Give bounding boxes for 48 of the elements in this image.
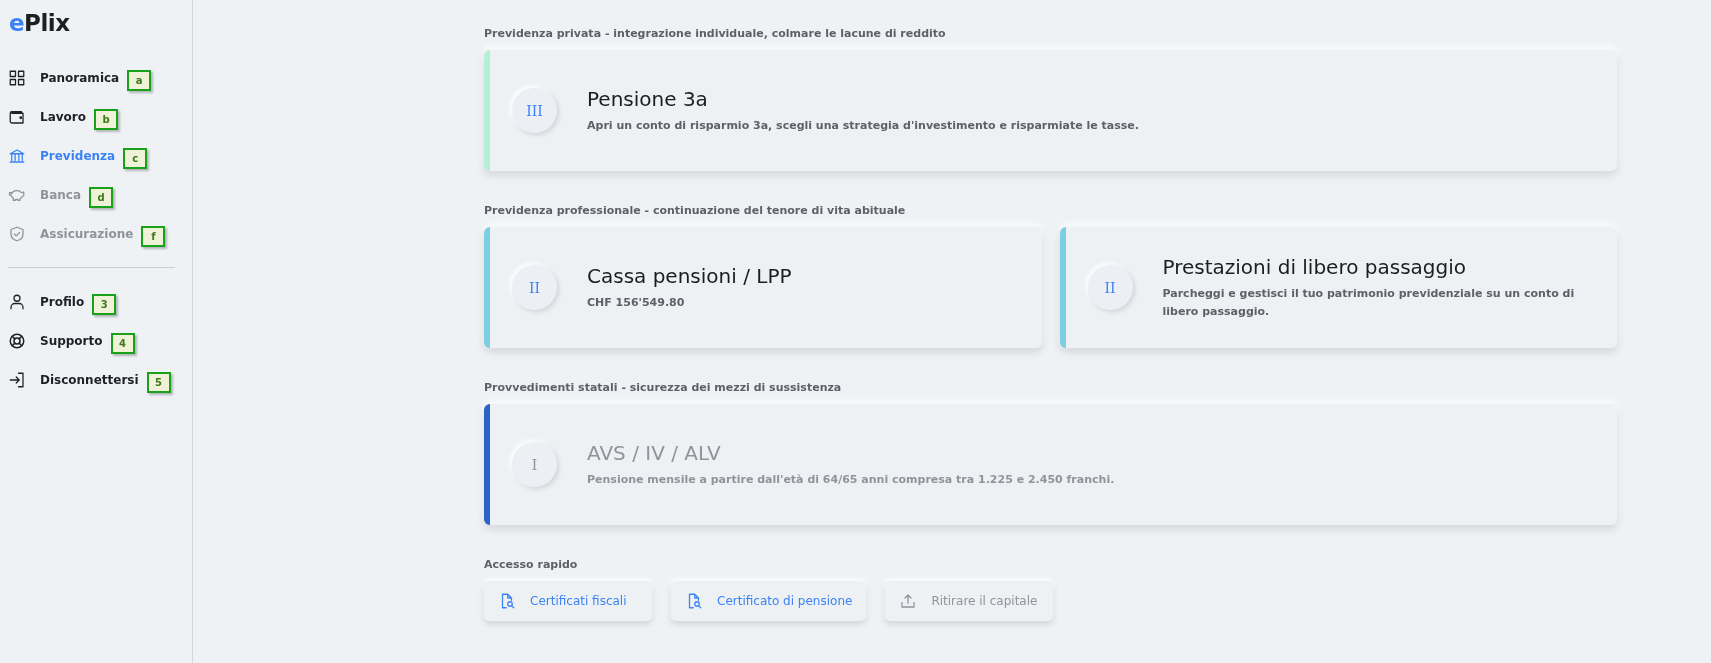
user-icon [8, 292, 26, 311]
sidebar-item-label: Profilo [40, 294, 85, 309]
card-subtitle: CHF 156'549.80 [587, 294, 686, 311]
shortcut-hint: 4 [110, 333, 135, 354]
sidebar-item-label: Supporto [40, 333, 103, 348]
roman-numeral-badge: II [1087, 265, 1133, 310]
eplix-logo[interactable]: ePlix [9, 10, 70, 36]
card-title: Pensione 3a [587, 86, 709, 111]
roman-numeral-badge: III [512, 88, 557, 133]
sidebar-item[interactable]: Lavoro b [8, 97, 122, 136]
sidebar-item[interactable]: Disconnettersi 5 [8, 360, 175, 399]
lifebuoy-icon [8, 331, 26, 350]
pension-card[interactable]: II Cassa pensioni / LPP CHF 156'549.80 [484, 227, 1042, 348]
upload-icon [899, 592, 918, 610]
pension-card[interactable]: II Prestazioni di libero passaggio Parcheggi e gestisci il tuo patrimonio previdenziale su un conto di libero passaggio. [1059, 227, 1617, 348]
sign-in-icon [8, 370, 26, 389]
sidebar-item[interactable]: Panoramica a [8, 58, 156, 97]
section-title: Provvedimenti statali - sicurezza dei mezzi di sussistenza [484, 381, 843, 394]
pension-card[interactable]: III Pensione 3a Apri un conto di risparmio 3a, scegli una strategia d'investimento e risparmiate le tasse. [484, 50, 1617, 171]
shortcut-hint: a [127, 70, 152, 91]
roman-numeral-badge: II [512, 265, 557, 310]
card-subtitle: Pensione mensile a partire dall'età di 64/65 anni compresa tra 1.225 e 2.450 franchi. [587, 471, 1115, 488]
sidebar-item[interactable]: Previdenza c [8, 136, 152, 175]
section-title: Accesso rapido [484, 558, 579, 571]
roman-numeral-badge: I [512, 442, 557, 487]
shortcut-hint: b [94, 109, 118, 130]
card-subtitle: Parcheggi e gestisci il tuo patrimonio previdenziale su un conto di libero passaggio. [1162, 285, 1576, 320]
card-title: AVS / IV / ALV [587, 440, 722, 465]
sidebar-item[interactable]: Profilo 3 [8, 282, 121, 321]
sidebar-item-label: Assicurazione [40, 226, 134, 241]
section-title: Previdenza professionale - continuazione del tenore di vita abituale [484, 204, 907, 217]
shortcut-hint: 3 [92, 294, 117, 315]
card-title: Prestazioni di libero passaggio [1162, 254, 1468, 279]
card-subtitle: Apri un conto di risparmio 3a, scegli una strategia d'investimento e risparmiate le tasse. [587, 117, 1139, 134]
sidebar-item-label: Disconnettersi [40, 372, 139, 387]
sidebar-item-label: Banca [40, 187, 81, 202]
sidebar-item[interactable]: Supporto 4 [8, 321, 139, 360]
card-title: Cassa pensioni / LPP [587, 263, 792, 288]
grid-icon [8, 68, 26, 87]
sidebar-item-label: Previdenza [40, 148, 116, 163]
section-title: Previdenza privata - integrazione individuale, colmare le lacune di reddito [484, 27, 947, 40]
shortcut-hint: 5 [146, 372, 171, 393]
sidebar-item-label: Lavoro [40, 109, 86, 124]
shortcut-hint: f [141, 226, 166, 247]
shortcut-hint: d [89, 187, 113, 208]
sidebar-item-label: Panoramica [40, 70, 120, 85]
shortcut-hint: c [123, 148, 148, 169]
shield-check-icon [8, 224, 26, 243]
